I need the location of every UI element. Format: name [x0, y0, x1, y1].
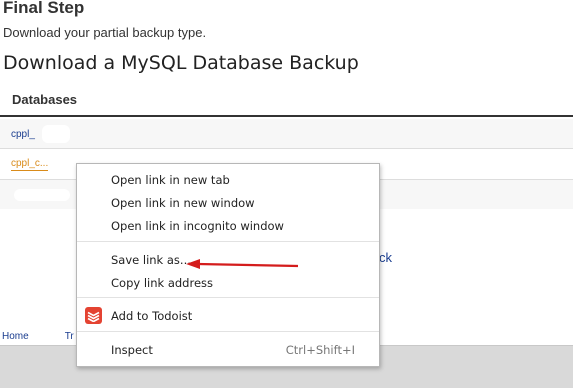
red-arrow-icon	[186, 259, 299, 269]
